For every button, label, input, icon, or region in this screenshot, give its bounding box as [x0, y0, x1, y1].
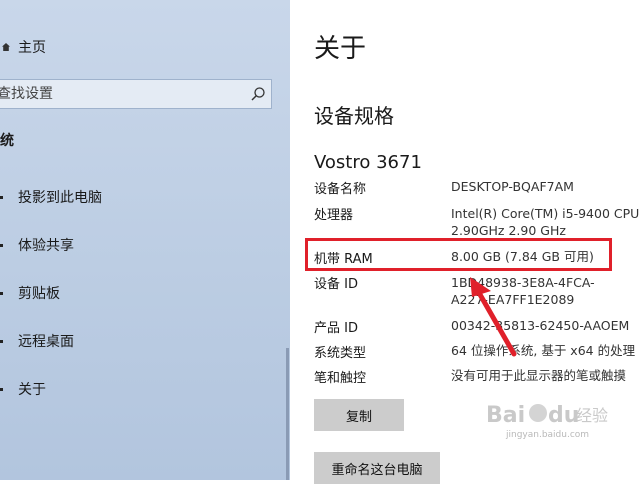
watermark-url: jingyan.baidu.com [506, 430, 590, 440]
svg-text:du: du [548, 403, 579, 428]
svg-text:经验: 经验 [576, 406, 608, 425]
baidu-watermark-logo: Bai du 经验 [486, 403, 608, 428]
svg-text:Bai: Bai [486, 403, 525, 428]
